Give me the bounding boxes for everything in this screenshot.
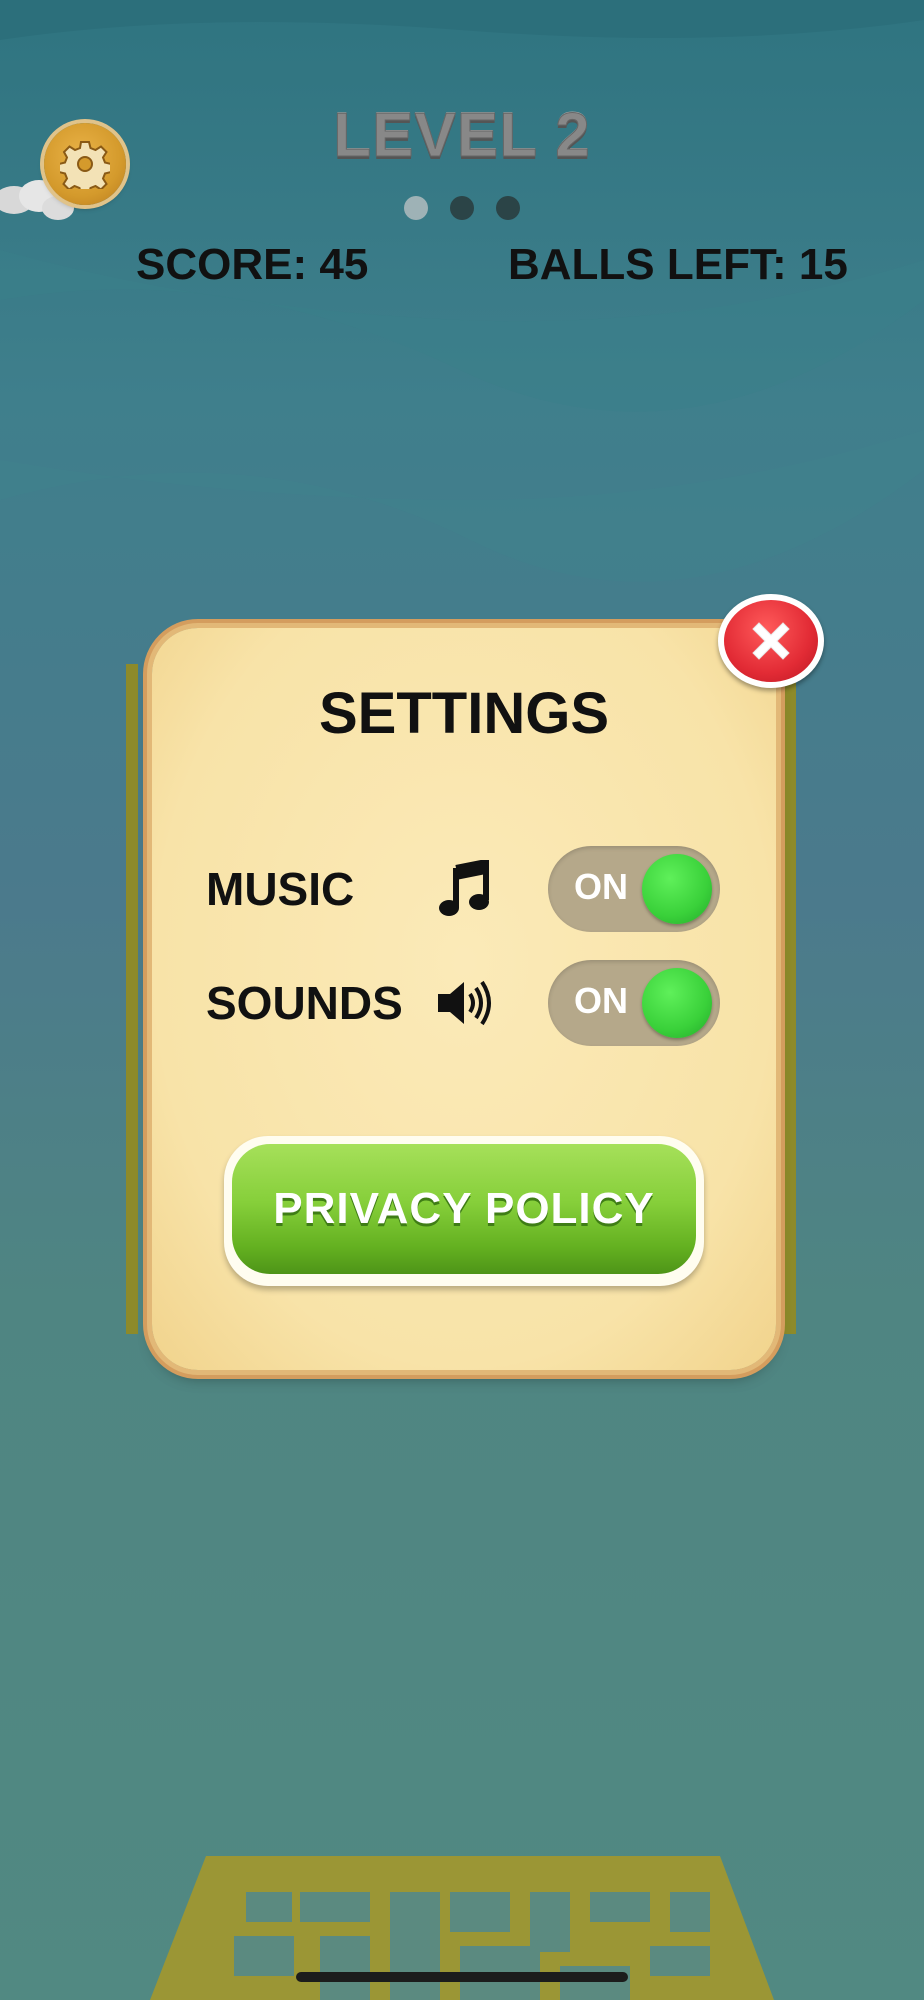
privacy-policy-button-face: PRIVACY POLICY	[232, 1144, 696, 1274]
music-toggle[interactable]: ON	[548, 846, 720, 932]
privacy-policy-button[interactable]: PRIVACY POLICY	[224, 1136, 704, 1286]
settings-title: SETTINGS	[318, 681, 610, 746]
close-button[interactable]	[718, 594, 824, 688]
music-label: MUSIC	[206, 863, 355, 915]
home-indicator[interactable]	[296, 1972, 628, 1982]
sounds-toggle[interactable]: ON	[548, 960, 720, 1046]
settings-button[interactable]	[44, 123, 126, 205]
privacy-policy-label: PRIVACY POLICY	[273, 1184, 655, 1233]
score-text: SCORE: 45	[136, 240, 369, 289]
toggle-knob	[642, 968, 712, 1038]
music-toggle-label: ON	[574, 866, 628, 907]
toggle-knob	[642, 854, 712, 924]
progress-dot	[496, 196, 520, 220]
level-progress-dots	[0, 196, 924, 220]
progress-dot	[450, 196, 474, 220]
music-note-icon	[439, 860, 489, 916]
gear-icon	[60, 141, 110, 189]
close-button-face	[724, 600, 818, 682]
sounds-label: SOUNDS	[206, 977, 403, 1029]
sounds-toggle-label: ON	[574, 980, 628, 1021]
close-icon	[752, 622, 790, 660]
speaker-icon	[438, 980, 491, 1026]
level-title: LEVEL 2	[333, 101, 591, 171]
balls-left-text: BALLS LEFT: 15	[508, 240, 848, 289]
progress-dot	[404, 196, 428, 220]
